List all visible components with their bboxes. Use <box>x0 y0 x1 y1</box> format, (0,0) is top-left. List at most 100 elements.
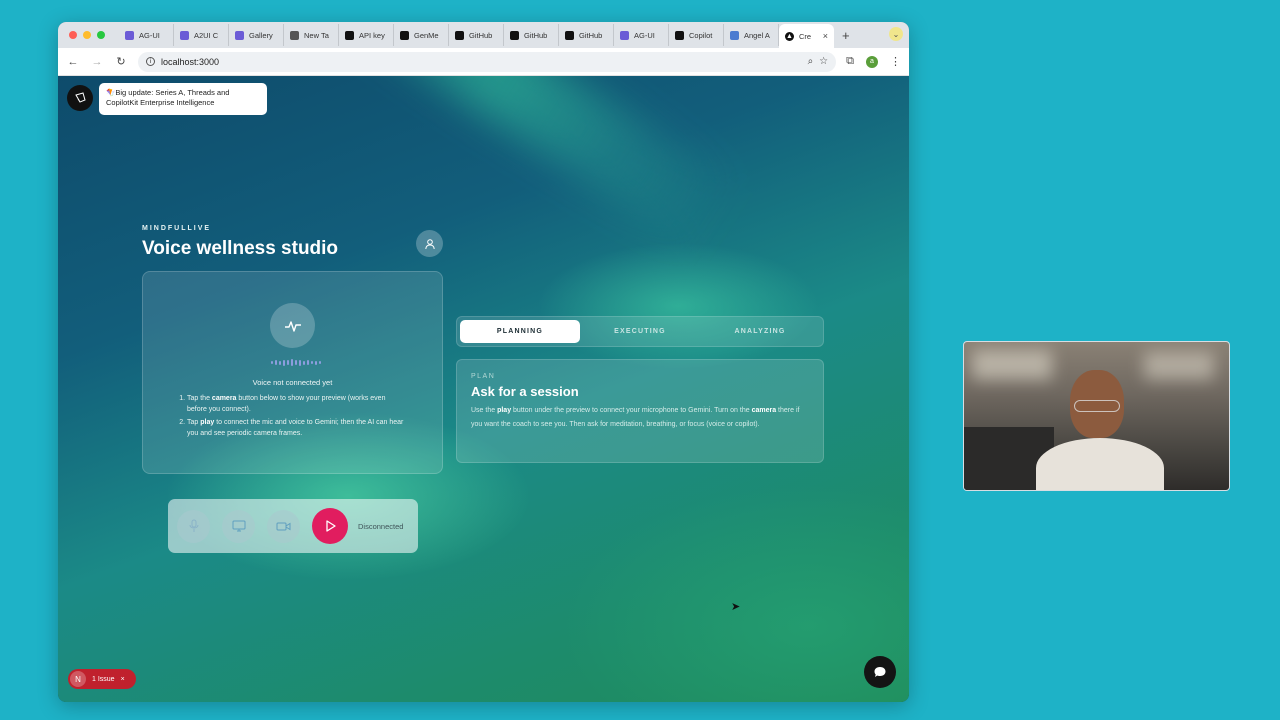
tab-label: AG-UI <box>139 30 160 40</box>
instructions-list: Tap the camera button below to show your… <box>177 393 407 441</box>
github-icon <box>455 30 464 40</box>
terminal-icon <box>345 30 354 40</box>
kite-icon <box>75 92 86 103</box>
page-title: Voice wellness studio <box>142 238 339 259</box>
chat-bubble-icon <box>874 667 886 677</box>
aurora-background <box>258 76 738 252</box>
tab-label: GitHub <box>469 30 493 40</box>
close-icon[interactable]: × <box>121 676 125 683</box>
user-profile-button[interactable] <box>416 230 443 257</box>
image-icon <box>730 30 739 40</box>
microphone-icon <box>189 519 198 532</box>
tab-9[interactable]: AG-UI <box>614 24 669 46</box>
site-info-icon[interactable]: i <box>146 57 155 66</box>
tab-search-button[interactable]: ⌄ <box>889 27 903 41</box>
app-logo-icon: ▲ <box>785 31 794 41</box>
tab-label: GitHub <box>524 30 548 40</box>
ag-ui-icon <box>180 30 189 40</box>
tab-label: AG-UI <box>634 30 655 40</box>
window-controls <box>58 31 119 39</box>
maximize-window-button[interactable] <box>97 31 105 39</box>
copilotkit-logo-button[interactable] <box>67 85 93 111</box>
announcement-banner[interactable]: 🪁Big update: Series A, Threads and Copil… <box>99 83 267 115</box>
pulse-icon <box>284 320 301 332</box>
issue-count: 1 Issue <box>92 675 115 683</box>
close-tab-icon[interactable]: × <box>823 31 828 41</box>
tab-7[interactable]: GitHub <box>504 24 559 46</box>
menu-kebab-icon[interactable]: ⋮ <box>890 55 901 68</box>
tab-8[interactable]: GitHub <box>559 24 614 46</box>
brand-kicker: MINDFULLIVE <box>142 225 212 232</box>
tab-analyzing[interactable]: ANALYZING <box>700 320 820 343</box>
tab-strip: AG-UI A2UI C Gallery New Ta API key GenMe GitH… <box>58 22 909 48</box>
instruction-step: Tap play to connect the mic and voice to… <box>187 417 407 439</box>
zoom-icon[interactable]: ⌕ <box>808 56 814 67</box>
profile-avatar[interactable]: a <box>866 55 878 68</box>
m-icon <box>400 30 409 40</box>
plan-card: PLAN Ask for a session Use the play butt… <box>456 359 824 463</box>
url-text: localhost:3000 <box>161 56 220 67</box>
tab-0[interactable]: AG-UI <box>119 24 174 46</box>
tab-2[interactable]: Gallery <box>229 24 284 46</box>
browser-toolbar: ← → ↻ i localhost:3000 ⌕ ☆ ⧉ a ⋮ <box>58 48 909 76</box>
chrome-icon <box>290 30 299 40</box>
video-camera-icon <box>276 522 291 530</box>
tab-label: GitHub <box>579 30 603 40</box>
phase-tabs: PLANNING EXECUTING ANALYZING <box>456 316 824 347</box>
bookmark-star-icon[interactable]: ☆ <box>819 56 828 67</box>
play-icon <box>326 520 336 532</box>
back-icon[interactable]: ← <box>66 56 80 68</box>
address-bar[interactable]: i localhost:3000 ⌕ ☆ <box>138 51 837 72</box>
screen-share-button[interactable] <box>222 509 255 543</box>
dev-issues-badge[interactable]: N 1 Issue × <box>68 669 136 689</box>
voice-activity-indicator <box>270 303 315 348</box>
tab-label: Gallery <box>249 30 273 40</box>
close-window-button[interactable] <box>69 31 77 39</box>
voice-status-text: Voice not connected yet <box>252 378 333 387</box>
microphone-button[interactable] <box>177 509 210 543</box>
browser-window: AG-UI A2UI C Gallery New Ta API key GenMe GitH… <box>58 22 909 702</box>
ag-ui-icon <box>235 30 244 40</box>
tab-label: Angel A <box>744 30 770 40</box>
app-page: 🪁Big update: Series A, Threads and Copil… <box>58 76 909 702</box>
reload-icon[interactable]: ↻ <box>114 55 128 68</box>
tab-11[interactable]: Angel A <box>724 24 779 46</box>
session-control-bar: Disconnected <box>168 499 418 553</box>
tab-planning[interactable]: PLANNING <box>460 320 580 343</box>
plan-title: Ask for a session <box>471 384 579 399</box>
minimize-window-button[interactable] <box>83 31 91 39</box>
extensions-icon[interactable]: ⧉ <box>846 55 854 68</box>
copilot-chat-button[interactable] <box>864 656 896 688</box>
tab-5[interactable]: GenMe <box>394 24 449 46</box>
forward-icon[interactable]: → <box>90 56 104 68</box>
tab-1[interactable]: A2UI C <box>174 24 229 46</box>
tab-label: Cre <box>799 31 812 41</box>
tab-6[interactable]: GitHub <box>449 24 504 46</box>
webcam-overlay <box>963 341 1230 491</box>
mouse-cursor-icon: ➤ <box>731 601 741 613</box>
connection-status: Disconnected <box>358 521 404 531</box>
ag-ui-icon <box>620 30 629 40</box>
github-icon <box>510 30 519 40</box>
tab-10[interactable]: Copilot <box>669 24 724 46</box>
ag-ui-icon <box>125 30 134 40</box>
tab-3[interactable]: New Ta <box>284 24 339 46</box>
announcement-text: Big update: Series A, Threads and Copilo… <box>106 88 230 107</box>
camera-button[interactable] <box>267 509 300 543</box>
tab-label: GenMe <box>414 30 439 40</box>
new-tab-button[interactable]: + <box>834 28 858 43</box>
instruction-step: Tap the camera button below to show your… <box>187 393 407 415</box>
tab-active[interactable]: ▲ Cre × <box>779 24 834 48</box>
play-connect-button[interactable] <box>312 508 348 544</box>
tab-label: New Ta <box>304 30 329 40</box>
nextjs-logo-icon: N <box>70 671 86 687</box>
github-icon <box>565 30 574 40</box>
user-icon <box>424 238 435 249</box>
kite-emoji: 🪁 <box>106 88 116 97</box>
tab-4[interactable]: API key <box>339 24 394 46</box>
tabs: AG-UI A2UI C Gallery New Ta API key GenMe GitH… <box>119 22 779 48</box>
plan-body: Use the play button under the preview to… <box>471 407 800 428</box>
audio-waveform <box>271 359 321 366</box>
tab-label: API key <box>359 30 385 40</box>
tab-executing[interactable]: EXECUTING <box>580 320 700 343</box>
